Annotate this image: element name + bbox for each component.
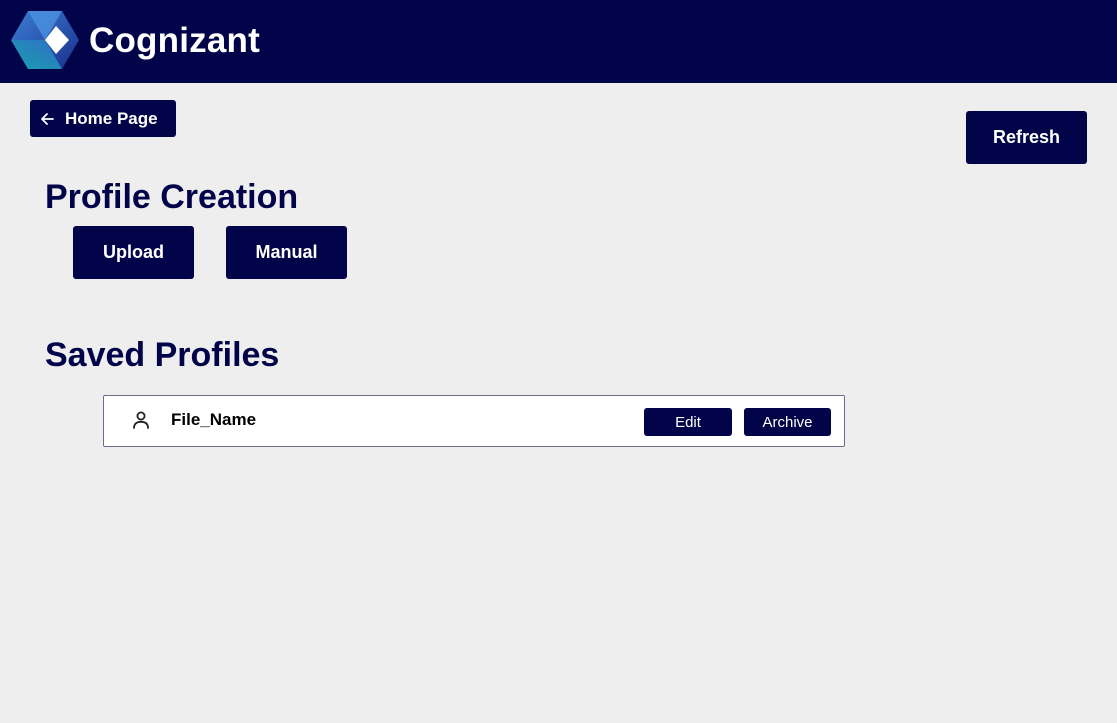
upload-label: Upload xyxy=(103,242,164,262)
refresh-button[interactable]: Refresh xyxy=(966,111,1087,164)
home-page-button[interactable]: Home Page xyxy=(30,100,176,137)
edit-button[interactable]: Edit xyxy=(644,408,732,436)
saved-profile-row: File_Name Edit Archive xyxy=(103,395,845,447)
brand-name: Cognizant xyxy=(89,21,260,60)
profile-creation-title: Profile Creation xyxy=(45,178,299,216)
archive-button[interactable]: Archive xyxy=(744,408,831,436)
home-page-label: Home Page xyxy=(65,108,158,128)
edit-label: Edit xyxy=(675,413,701,431)
top-bar: Cognizant xyxy=(0,0,1117,83)
cognizant-logo-icon xyxy=(11,11,79,69)
refresh-label: Refresh xyxy=(992,127,1061,147)
user-icon xyxy=(133,411,149,429)
archive-label: Archive xyxy=(762,413,813,431)
saved-profiles-title: Saved Profiles xyxy=(45,336,280,374)
manual-label: Manual xyxy=(255,242,318,262)
manual-button[interactable]: Manual xyxy=(226,226,347,279)
profile-file-name: File_Name xyxy=(171,410,257,429)
arrow-left-icon xyxy=(41,112,54,125)
upload-button[interactable]: Upload xyxy=(73,226,194,279)
